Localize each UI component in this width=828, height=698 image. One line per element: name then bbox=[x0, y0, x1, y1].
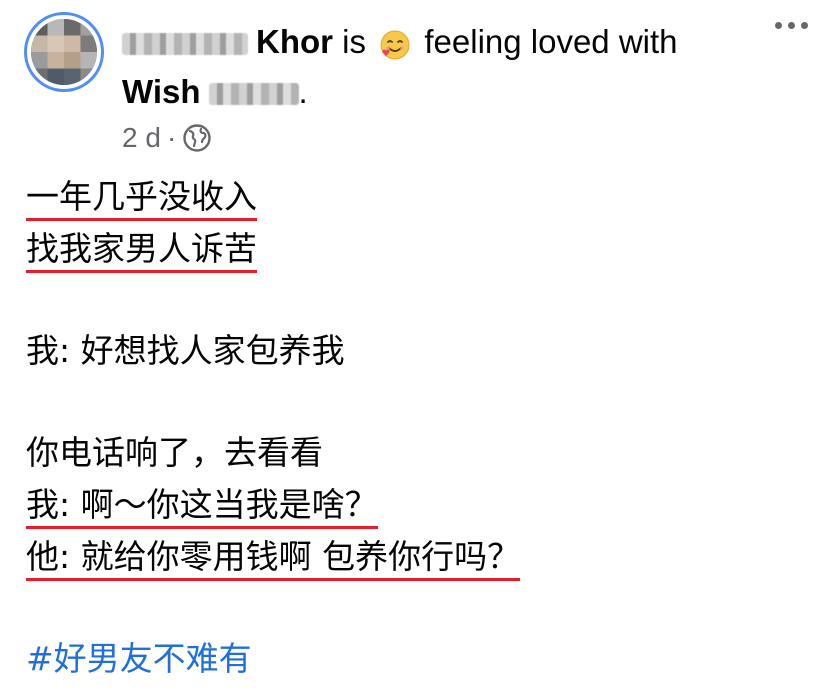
underlined-text: 他: 就给你零用钱啊 包养你行吗？ bbox=[26, 537, 521, 581]
hashtag-link[interactable]: #好男友不难有 bbox=[26, 634, 252, 684]
redacted-tagged-surname bbox=[208, 83, 299, 106]
underlined-text: 我: 啊～你这当我是啥？ bbox=[26, 485, 378, 529]
post-line-2: 找我家男人诉苦 bbox=[26, 224, 257, 274]
post-header-line2: Wish. bbox=[122, 70, 308, 114]
redacted-first-name bbox=[122, 33, 248, 56]
underlined-text: 一年几乎没收入 bbox=[26, 177, 257, 221]
post-line-1: 一年几乎没收入 bbox=[26, 172, 257, 222]
facebook-post: Khor is feeling loved with Wish. 2 d · 一… bbox=[0, 0, 828, 698]
smiling-face-with-hearts-icon bbox=[379, 28, 411, 60]
avatar[interactable] bbox=[24, 12, 104, 92]
dot bbox=[788, 22, 795, 29]
more-options-icon[interactable] bbox=[775, 22, 808, 29]
tagged-first-name[interactable]: Wish bbox=[122, 73, 201, 110]
feeling-text: feeling loved with bbox=[424, 23, 678, 60]
post-meta: 2 d · bbox=[122, 118, 212, 158]
is-text: is bbox=[342, 23, 367, 60]
underlined-text: 找我家男人诉苦 bbox=[26, 229, 257, 273]
post-time[interactable]: 2 d bbox=[122, 118, 161, 158]
period: . bbox=[298, 73, 308, 110]
post-line-4: 你电话响了，去看看 bbox=[26, 433, 323, 472]
post-line-3: 我: 好想找人家包养我 bbox=[26, 331, 345, 370]
meta-separator: · bbox=[166, 122, 177, 153]
avatar-image bbox=[31, 19, 97, 85]
post-line-5: 我: 啊～你这当我是啥？ bbox=[26, 480, 378, 530]
dot bbox=[775, 22, 782, 29]
globe-icon[interactable] bbox=[182, 123, 212, 153]
post-line-6: 他: 就给你零用钱啊 包养你行吗？ bbox=[26, 532, 521, 582]
post-header-line1: Khor is feeling loved with bbox=[122, 20, 678, 64]
dot bbox=[801, 22, 808, 29]
author-surname[interactable]: Khor bbox=[256, 23, 333, 60]
